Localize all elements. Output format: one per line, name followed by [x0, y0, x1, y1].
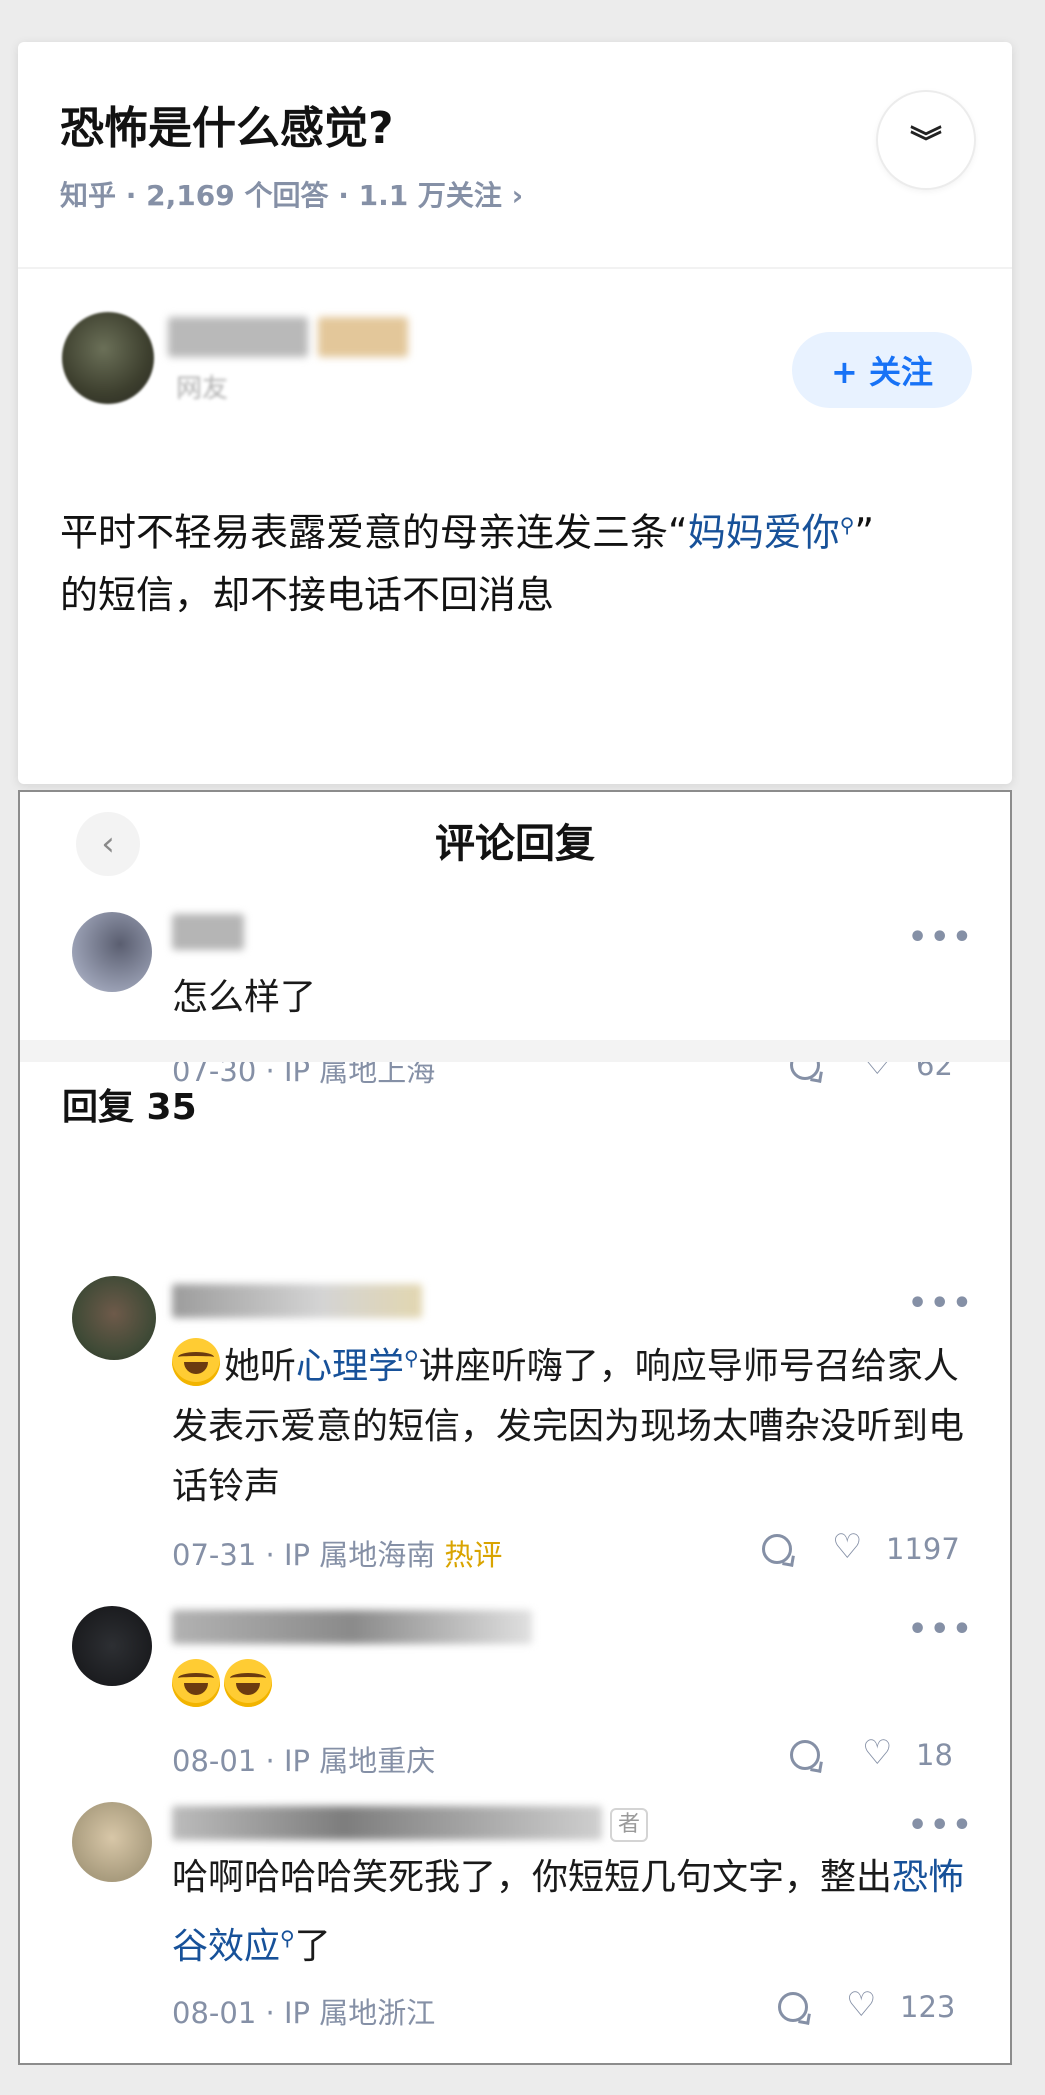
- username-blurred[interactable]: [172, 914, 244, 950]
- like-count: 1197: [886, 1532, 960, 1566]
- author-avatar[interactable]: [62, 312, 154, 404]
- comment-text: 她听心理学⚲讲座听嗨了，响应导师号召给家人发表示爱意的短信，发完因为现场太嘈杂没…: [172, 1328, 972, 1517]
- author-name-blurred[interactable]: [168, 317, 308, 357]
- comment-bubble-icon[interactable]: [790, 1740, 820, 1770]
- avatar[interactable]: [72, 1802, 152, 1882]
- username-blurred[interactable]: [172, 1806, 602, 1840]
- like-count: 123: [900, 1990, 956, 2024]
- author-badge-blurred: [318, 317, 408, 357]
- more-dots-icon[interactable]: •••: [908, 1808, 975, 1843]
- author-subtitle: 网友: [176, 374, 229, 404]
- comment-meta: 07-31 · IP 属地海南 热评: [172, 1538, 503, 1572]
- section-separator: [20, 1040, 1010, 1062]
- search-icon: ⚲: [404, 1346, 419, 1370]
- comment-text: [172, 1658, 972, 1718]
- more-dots-icon[interactable]: •••: [908, 920, 975, 955]
- more-dots-icon[interactable]: •••: [908, 1612, 975, 1647]
- comment-text: 哈啊哈哈哈笑死我了，你短短几句文字，整出恐怖谷效应⚲了: [172, 1857, 965, 1967]
- laugh-cry-emoji-icon: [224, 1659, 272, 1707]
- answer-card: 恐怖是什么感觉? 知乎 · 2,169 个回答 · 1.1 万关注 › ︾ 网友…: [18, 42, 1012, 784]
- question-title[interactable]: 恐怖是什么感觉?: [60, 92, 394, 156]
- search-icon: ⚲: [280, 1926, 295, 1950]
- heart-icon[interactable]: ♡: [862, 1736, 892, 1770]
- comment-reply-panel: 评论回复 ‹ ••• 怎么样了 07-30 · IP 属地上海 ♡ 62 回复 …: [18, 790, 1012, 2065]
- laugh-cry-emoji-icon: [172, 1338, 220, 1386]
- replies-header: 回复 35: [62, 1087, 197, 1128]
- back-button[interactable]: ‹: [76, 812, 140, 876]
- comment-bubble-icon[interactable]: [762, 1534, 792, 1564]
- question-meta[interactable]: 知乎 · 2,169 个回答 · 1.1 万关注 ›: [60, 174, 523, 214]
- chevron-left-icon: ‹: [101, 824, 115, 864]
- laugh-cry-emoji-icon: [172, 1659, 220, 1707]
- double-chevron-down-icon: ︾: [909, 123, 942, 161]
- avatar[interactable]: [72, 1606, 152, 1686]
- comment-text: 怎么样了: [172, 977, 317, 1018]
- comment-meta: 08-01 · IP 属地重庆: [172, 1744, 436, 1778]
- heart-icon[interactable]: ♡: [846, 1988, 876, 2022]
- more-dots-icon[interactable]: •••: [908, 1286, 975, 1321]
- divider: [18, 267, 1012, 269]
- search-link[interactable]: 妈妈爱你: [688, 511, 840, 555]
- search-icon: ⚲: [839, 513, 855, 537]
- page-title: 评论回复: [435, 821, 595, 867]
- username-blurred[interactable]: [172, 1610, 532, 1644]
- like-count: 18: [916, 1738, 953, 1772]
- comment-bubble-icon[interactable]: [778, 1992, 808, 2022]
- avatar[interactable]: [72, 912, 152, 992]
- follow-button[interactable]: + 关注: [792, 332, 972, 408]
- search-link[interactable]: 心理学: [296, 1346, 404, 1387]
- answer-body[interactable]: 平时不轻易表露爱意的母亲连发三条“妈妈爱你⚲” 的短信，却不接电话不回消息: [60, 494, 1000, 626]
- hot-badge: 热评: [444, 1538, 503, 1572]
- avatar[interactable]: [72, 1276, 156, 1360]
- comment-meta: 08-01 · IP 属地浙江: [172, 1996, 436, 2030]
- username-blurred[interactable]: [172, 1284, 422, 1318]
- collapse-button[interactable]: ︾: [878, 92, 974, 188]
- author-tag: 者: [610, 1808, 649, 1842]
- heart-icon[interactable]: ♡: [832, 1530, 862, 1564]
